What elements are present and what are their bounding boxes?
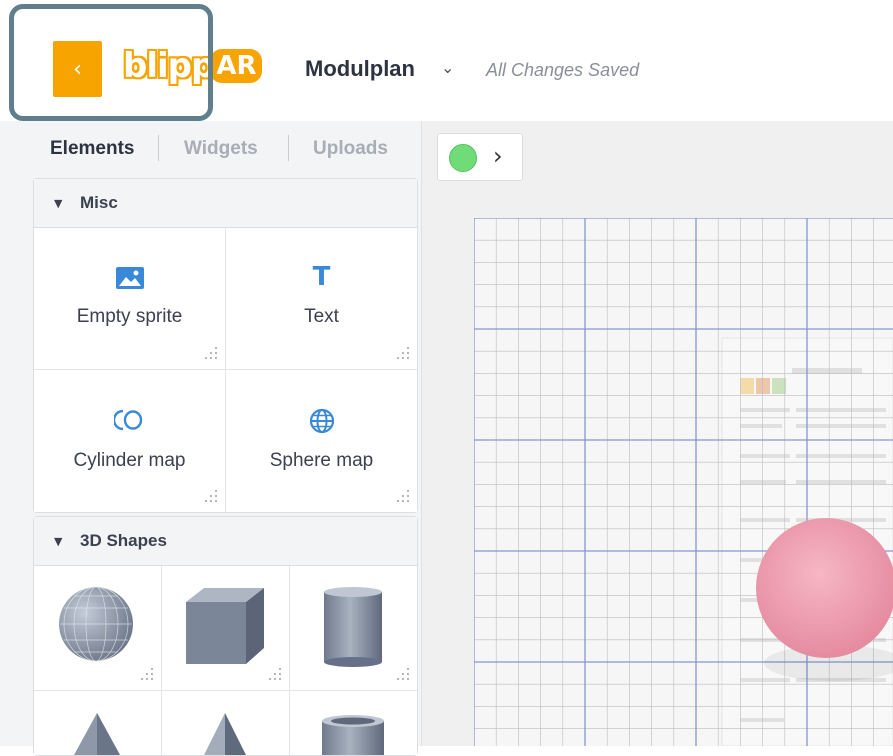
shape-sphere[interactable]	[34, 566, 162, 691]
element-label: Empty sprite	[76, 306, 183, 327]
tab-uploads[interactable]: Uploads	[313, 138, 388, 160]
element-cylinder-map[interactable]: Cylinder map	[34, 370, 226, 512]
drag-handle-icon[interactable]	[269, 668, 281, 680]
drag-handle-icon[interactable]	[397, 490, 409, 502]
sidebar: Elements Widgets Uploads ▼ Misc Empty sp…	[0, 121, 422, 756]
tab-widgets[interactable]: Widgets	[184, 138, 258, 160]
canvas-grid[interactable]	[474, 218, 893, 746]
drag-handle-icon[interactable]	[205, 347, 217, 359]
caret-down-icon: ▼	[54, 535, 63, 548]
misc-section-header[interactable]: ▼ Misc	[34, 179, 417, 228]
misc-section: ▼ Misc Empty sprite T Text Cylinder map	[33, 178, 418, 513]
shape-cube[interactable]	[162, 566, 290, 691]
tab-divider	[158, 135, 159, 161]
shape-pyramid[interactable]	[162, 691, 290, 755]
tab-elements[interactable]: Elements	[50, 138, 134, 160]
cylinder-shape-icon	[324, 587, 382, 667]
drag-handle-icon[interactable]	[397, 347, 409, 359]
logo-ar: AR	[210, 49, 263, 83]
pyramid-shape-icon	[204, 713, 246, 755]
chevron-right-icon[interactable]: ›	[493, 142, 503, 170]
shape-cylinder[interactable]	[290, 566, 417, 691]
globe-icon	[226, 408, 417, 439]
shapes-section-header[interactable]: ▼ 3D Shapes	[34, 517, 417, 566]
element-label: Sphere map	[269, 450, 374, 471]
sphere-shape-icon	[59, 586, 133, 662]
drag-handle-icon[interactable]	[397, 668, 409, 680]
project-name[interactable]: Modulplan	[305, 56, 415, 82]
image-icon	[34, 266, 225, 295]
editor-canvas-area: ›	[422, 121, 893, 746]
cube-shape-icon	[186, 588, 264, 664]
save-status: All Changes Saved	[486, 60, 640, 80]
element-empty-sprite[interactable]: Empty sprite	[34, 228, 226, 370]
element-label: Cylinder map	[73, 450, 186, 471]
element-label: Text	[304, 306, 339, 327]
sphere-object[interactable]	[756, 518, 893, 658]
highlight-box	[9, 4, 213, 121]
shape-cone[interactable]	[34, 691, 162, 755]
top-header: ‹ blipp AR Modulplan ⌄ All Changes Saved	[0, 0, 893, 122]
caret-down-icon: ▼	[54, 197, 63, 210]
canvas-toolbar[interactable]: ›	[437, 133, 523, 181]
element-sphere-map[interactable]: Sphere map	[226, 370, 417, 512]
status-indicator	[449, 144, 477, 172]
tube-shape-icon	[322, 715, 384, 755]
misc-section-title: Misc	[80, 193, 118, 212]
shapes-section: ▼ 3D Shapes	[33, 516, 418, 756]
element-text[interactable]: T Text	[226, 228, 417, 370]
cylinder-map-icon	[34, 408, 225, 437]
chevron-down-icon[interactable]: ⌄	[441, 58, 454, 77]
cone-shape-icon	[74, 713, 120, 755]
shapes-section-title: 3D Shapes	[80, 531, 167, 550]
shape-tube[interactable]	[290, 691, 417, 755]
text-icon: T	[312, 262, 331, 292]
tab-divider	[288, 135, 289, 161]
drag-handle-icon[interactable]	[141, 668, 153, 680]
sidebar-tabs: Elements Widgets Uploads	[0, 121, 421, 177]
drag-handle-icon[interactable]	[205, 490, 217, 502]
